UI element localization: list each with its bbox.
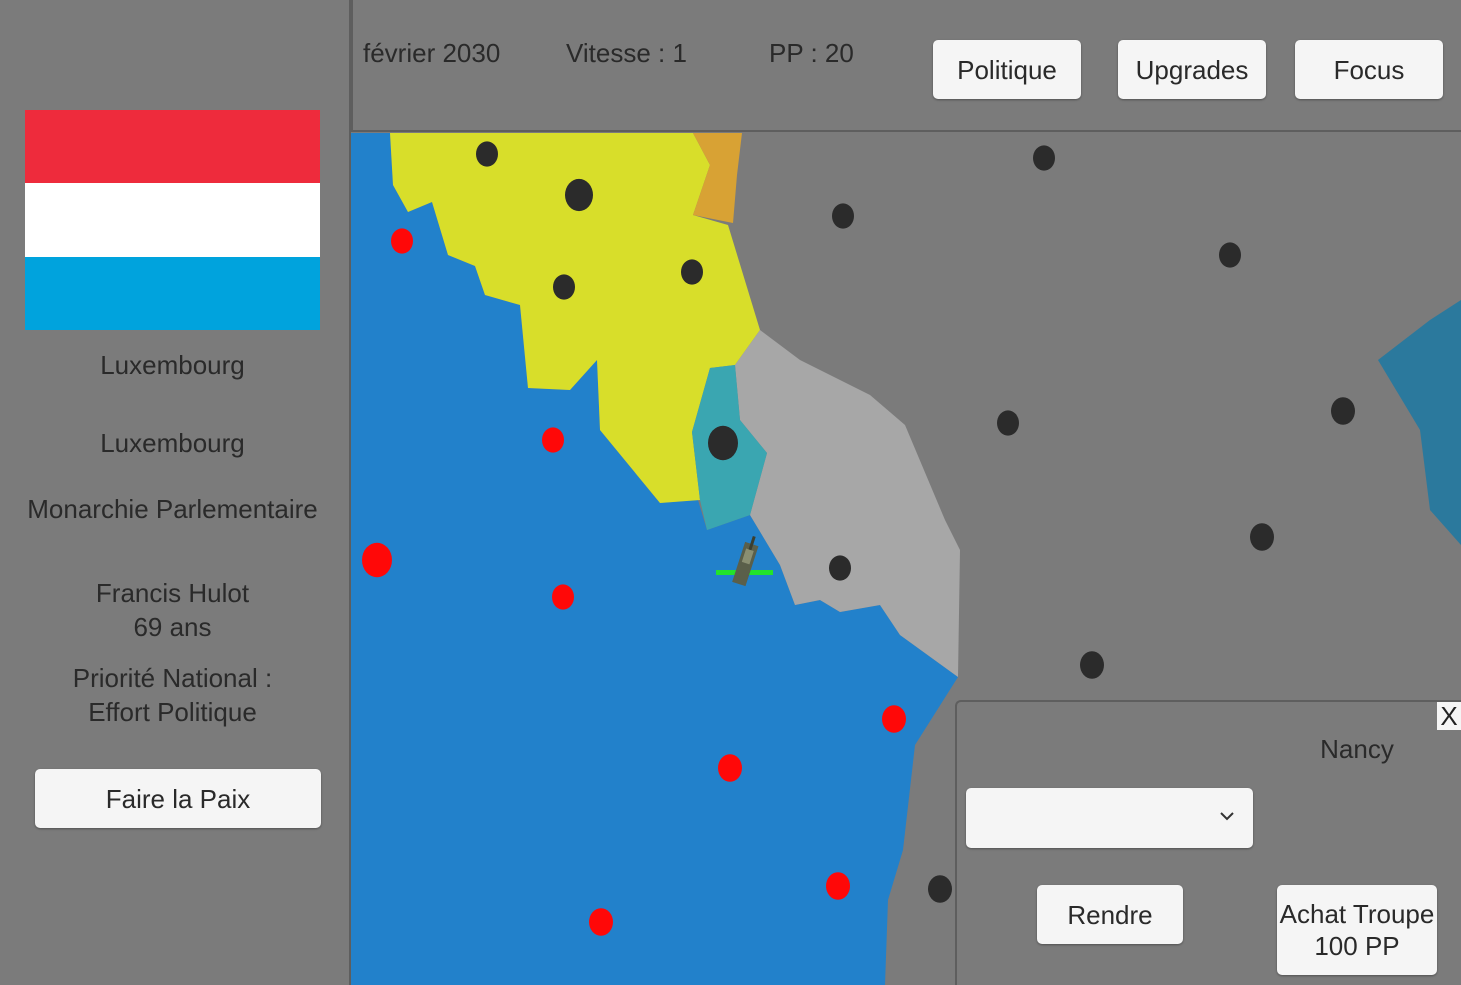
game-date: février 2030 (363, 38, 501, 68)
city-marker[interactable] (1250, 523, 1274, 551)
city-marker[interactable] (829, 555, 851, 581)
leader-name: Francis Hulot (95, 578, 250, 608)
country-panel: Luxembourg Luxembourg Monarchie Parlemen… (0, 0, 351, 985)
national-priority-label: Priorité National : (72, 663, 273, 693)
city-marker[interactable] (1331, 397, 1355, 425)
national-priority-value: Effort Politique (88, 697, 257, 727)
country-government: Monarchie Parlementaire (27, 494, 318, 524)
city-marker[interactable] (1080, 651, 1104, 679)
enemy-city-marker[interactable] (826, 872, 850, 900)
focus-button[interactable]: Focus (1295, 40, 1443, 99)
enemy-city-marker[interactable] (589, 908, 613, 936)
province-name: Nancy (1320, 734, 1394, 764)
buy-troop-button[interactable]: Achat Troupe 100 PP (1277, 885, 1437, 975)
flag-stripe-red (25, 110, 320, 183)
country-capital: Luxembourg (100, 428, 245, 458)
flag-stripe-white (25, 183, 320, 257)
city-marker[interactable] (997, 410, 1019, 436)
enemy-city-marker[interactable] (718, 754, 742, 782)
enemy-city-marker[interactable] (882, 705, 906, 733)
close-button[interactable]: X (1437, 702, 1461, 730)
city-marker[interactable] (476, 141, 498, 167)
make-peace-button[interactable]: Faire la Paix (35, 769, 321, 828)
enemy-city-marker[interactable] (362, 542, 392, 578)
political-points: PP : 20 (769, 38, 854, 68)
upgrades-button[interactable]: Upgrades (1118, 40, 1266, 99)
province-dropdown[interactable] (966, 788, 1253, 848)
leader-age: 69 ans (133, 612, 212, 642)
game-screen: Luxembourg Luxembourg Monarchie Parlemen… (0, 0, 1461, 985)
enemy-city-marker[interactable] (542, 427, 564, 453)
top-bar: février 2030 Vitesse : 1 PP : 20 Politiq… (351, 0, 1461, 132)
city-marker[interactable] (565, 178, 593, 212)
city-marker[interactable] (928, 875, 952, 903)
surrender-button[interactable]: Rendre (1037, 885, 1183, 944)
city-marker[interactable] (832, 203, 854, 229)
chevron-down-icon (1220, 812, 1234, 821)
enemy-city-marker[interactable] (391, 228, 413, 254)
city-marker[interactable] (1033, 145, 1055, 171)
city-marker[interactable] (553, 274, 575, 300)
enemy-city-marker[interactable] (552, 584, 574, 610)
city-marker[interactable] (681, 259, 703, 285)
game-speed: Vitesse : 1 (566, 38, 687, 68)
flag-stripe-blue (25, 257, 320, 330)
city-marker[interactable] (708, 425, 738, 461)
city-marker[interactable] (1219, 242, 1241, 268)
country-name: Luxembourg (100, 350, 245, 380)
politics-button[interactable]: Politique (933, 40, 1081, 99)
province-panel: X Nancy Rendre Achat Troupe 100 PP (955, 700, 1461, 985)
country-flag (25, 110, 320, 330)
